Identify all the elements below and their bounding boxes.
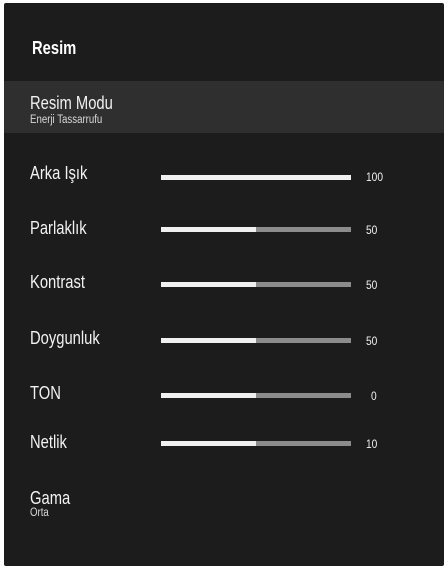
menu-item-gamma[interactable]: Gama Orta [4,480,444,528]
slider-fill [161,227,256,232]
menu-item-label: Resim Modu [30,93,113,113]
backlight-slider[interactable] [161,175,351,180]
tone-slider[interactable] [161,393,351,398]
menu-item-picture-mode[interactable]: Resim Modu Enerji Tassarrufu [4,81,444,133]
slider-fill [161,393,256,398]
contrast-slider[interactable] [161,282,351,287]
slider-value: 0 [371,389,377,403]
panel-header: Resim [4,3,444,81]
picture-settings-panel: Resim Resim Modu Enerji Tassarrufu Arka … [4,3,444,566]
menu-item-label: Doygunluk [30,328,100,348]
menu-item-brightness[interactable]: Parlaklık 50 [4,207,444,255]
slider-fill [161,282,256,287]
slider-fill [161,175,351,180]
menu-item-label: Parlaklık [30,218,87,238]
menu-item-saturation[interactable]: Doygunluk 50 [4,318,444,366]
slider-fill [161,338,256,343]
panel-title: Resim [32,38,77,58]
slider-value: 50 [366,278,378,292]
menu-item-label: Kontrast [30,272,85,292]
menu-item-backlight[interactable]: Arka Işık 100 [4,151,444,199]
slider-value: 50 [366,223,378,237]
menu-item-label: Gama [30,488,71,508]
slider-value: 100 [366,170,384,184]
saturation-slider[interactable] [161,338,351,343]
sharpness-slider[interactable] [161,441,351,446]
slider-fill [161,441,256,446]
menu-item-sublabel: Enerji Tassarrufu [30,114,103,126]
menu-item-sharpness[interactable]: Netlik 10 [4,428,444,476]
menu-item-label: Netlik [30,432,67,452]
menu-item-sublabel: Orta [30,507,49,519]
brightness-slider[interactable] [161,227,351,232]
menu-item-label: TON [30,383,61,403]
menu-item-contrast[interactable]: Kontrast 50 [4,262,444,310]
menu-item-tone[interactable]: TON 0 [4,374,444,422]
slider-value: 50 [366,334,378,348]
slider-value: 10 [366,437,378,451]
menu-item-label: Arka Işık [30,163,88,183]
